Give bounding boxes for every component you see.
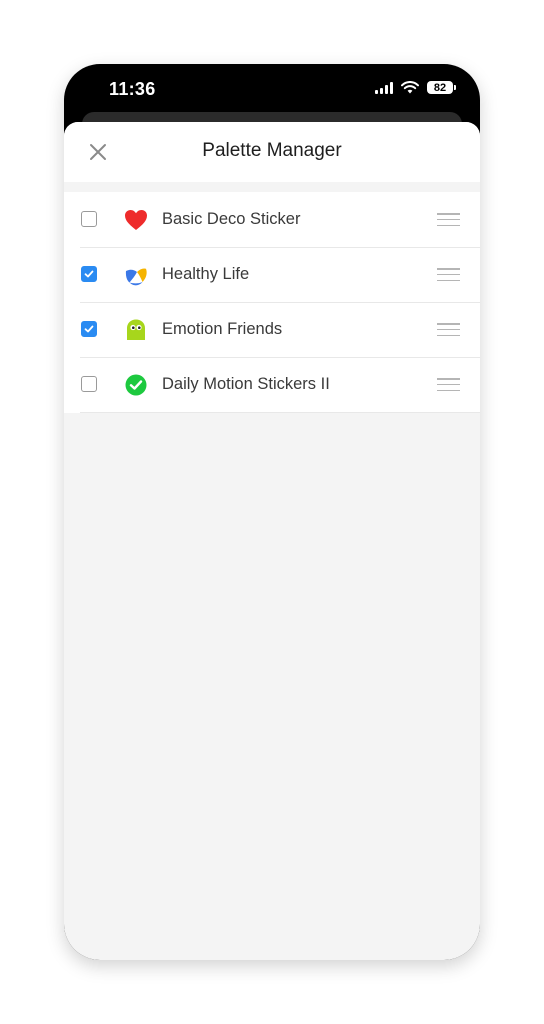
list-item-label: Daily Motion Stickers II <box>162 375 330 393</box>
status-icons: 82 <box>375 81 456 94</box>
drag-handle[interactable] <box>437 213 460 226</box>
wifi-icon <box>401 81 419 94</box>
list-item-label: Healthy Life <box>162 265 250 283</box>
palette-list: Basic Deco Sticker Healthy Life Emotion … <box>64 192 480 413</box>
drag-handle[interactable] <box>437 378 460 391</box>
palette-manager-sheet: Palette Manager Basic Deco Sticker Healt… <box>64 122 480 960</box>
status-bar: 11:36 82 <box>64 64 480 116</box>
drag-handle[interactable] <box>437 323 460 336</box>
list-item: Emotion Friends <box>64 302 480 357</box>
checkbox[interactable] <box>81 211 97 227</box>
checkmark-icon <box>84 325 94 333</box>
checkbox[interactable] <box>81 376 97 392</box>
drag-handle[interactable] <box>437 268 460 281</box>
battery-icon: 82 <box>427 81 456 94</box>
page-title: Palette Manager <box>202 140 342 161</box>
heart-icon <box>125 210 147 230</box>
status-time: 11:36 <box>109 79 156 99</box>
checkbox[interactable] <box>81 266 97 282</box>
phone-frame: 11:36 82 Palette Manager Basic Deco Stic… <box>64 64 480 960</box>
cellular-signal-icon <box>375 81 393 94</box>
checkbox[interactable] <box>81 321 97 337</box>
list-item-label: Basic Deco Sticker <box>162 210 301 228</box>
green-character-icon <box>127 319 145 340</box>
list-item: Healthy Life <box>64 247 480 302</box>
battery-level: 82 <box>433 81 447 94</box>
header: Palette Manager <box>64 122 480 192</box>
checkmark-icon <box>84 270 94 278</box>
list-item: Basic Deco Sticker <box>64 192 480 247</box>
volleyball-icon <box>125 264 147 286</box>
list-item-label: Emotion Friends <box>162 320 283 338</box>
list-item: Daily Motion Stickers II <box>64 357 480 412</box>
green-check-icon <box>125 374 147 396</box>
